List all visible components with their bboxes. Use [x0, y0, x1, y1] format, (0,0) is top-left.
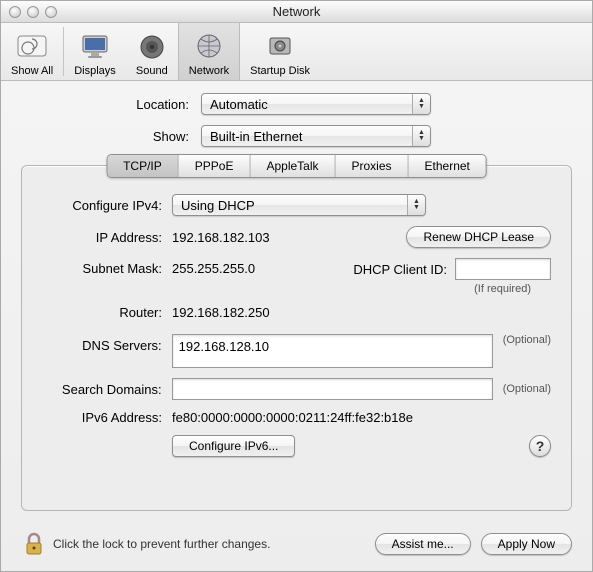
tab-pppoe[interactable]: PPPoE	[179, 155, 251, 177]
dhcp-client-id-hint: (If required)	[474, 283, 551, 295]
window-title: Network	[1, 4, 592, 19]
dns-servers-input[interactable]: 192.168.128.10	[172, 334, 493, 368]
router-value: 192.168.182.250	[172, 305, 270, 320]
toolbar-label: Sound	[136, 65, 168, 77]
configure-ipv4-value: Using DHCP	[173, 198, 407, 213]
toolbar-displays[interactable]: Displays	[64, 23, 126, 80]
subnet-mask-value: 255.255.255.0	[172, 258, 292, 276]
show-all-icon	[16, 31, 48, 63]
search-domains-label: Search Domains:	[42, 382, 172, 397]
show-value: Built-in Ethernet	[202, 129, 412, 144]
help-button[interactable]: ?	[529, 435, 551, 457]
search-optional-label: (Optional)	[503, 383, 551, 395]
ipv6-address-value: fe80:0000:0000:0000:0211:24ff:fe32:b18e	[172, 410, 413, 425]
startup-disk-icon	[264, 31, 296, 63]
toolbar: Show All Displays Soun	[1, 23, 592, 81]
window-controls	[1, 6, 57, 18]
lock-icon[interactable]	[21, 531, 47, 557]
configure-ipv4-select[interactable]: Using DHCP ▲▼	[172, 194, 426, 216]
settings-panel: TCP/IP PPPoE AppleTalk Proxies Ethernet …	[21, 165, 572, 511]
chevron-updown-icon: ▲▼	[412, 94, 430, 114]
minimize-window-button[interactable]	[27, 6, 39, 18]
subnet-mask-label: Subnet Mask:	[42, 258, 172, 276]
toolbar-network[interactable]: Network	[178, 23, 240, 80]
tab-tcpip[interactable]: TCP/IP	[107, 155, 179, 177]
sound-icon	[136, 31, 168, 63]
show-label: Show:	[21, 129, 201, 144]
content: Location: Automatic ▲▼ Show: Built-in Et…	[1, 81, 592, 521]
toolbar-label: Show All	[11, 65, 53, 77]
dhcp-client-id-label: DHCP Client ID:	[353, 262, 455, 277]
network-icon	[193, 31, 225, 63]
location-value: Automatic	[202, 97, 412, 112]
toolbar-show-all[interactable]: Show All	[1, 23, 63, 80]
footer: Click the lock to prevent further change…	[1, 521, 592, 571]
show-select[interactable]: Built-in Ethernet ▲▼	[201, 125, 431, 147]
chevron-updown-icon: ▲▼	[407, 195, 425, 215]
search-domains-input[interactable]	[172, 378, 493, 400]
toolbar-label: Network	[189, 65, 229, 77]
renew-dhcp-lease-button[interactable]: Renew DHCP Lease	[406, 226, 551, 248]
configure-ipv6-button[interactable]: Configure IPv6...	[172, 435, 295, 457]
close-window-button[interactable]	[9, 6, 21, 18]
displays-icon	[79, 31, 111, 63]
assist-me-button[interactable]: Assist me...	[375, 533, 471, 555]
tab-appletalk[interactable]: AppleTalk	[250, 155, 335, 177]
apply-now-button[interactable]: Apply Now	[481, 533, 572, 555]
router-label: Router:	[42, 305, 172, 320]
toolbar-startup-disk[interactable]: Startup Disk	[240, 23, 320, 80]
lock-text: Click the lock to prevent further change…	[53, 537, 365, 551]
tabs: TCP/IP PPPoE AppleTalk Proxies Ethernet	[106, 154, 487, 178]
toolbar-label: Displays	[74, 65, 116, 77]
zoom-window-button[interactable]	[45, 6, 57, 18]
ip-address-value: 192.168.182.103	[172, 230, 322, 245]
ipv6-address-label: IPv6 Address:	[42, 410, 172, 425]
location-label: Location:	[21, 97, 201, 112]
tab-ethernet[interactable]: Ethernet	[409, 155, 486, 177]
toolbar-label: Startup Disk	[250, 65, 310, 77]
window: Network Show All Displays	[0, 0, 593, 572]
chevron-updown-icon: ▲▼	[412, 126, 430, 146]
location-select[interactable]: Automatic ▲▼	[201, 93, 431, 115]
tab-proxies[interactable]: Proxies	[336, 155, 409, 177]
titlebar: Network	[1, 1, 592, 23]
dns-optional-label: (Optional)	[503, 334, 551, 346]
dns-servers-label: DNS Servers:	[42, 334, 172, 353]
configure-ipv4-label: Configure IPv4:	[42, 198, 172, 213]
dhcp-client-id-input[interactable]	[455, 258, 551, 280]
toolbar-sound[interactable]: Sound	[126, 23, 178, 80]
ip-address-label: IP Address:	[42, 230, 172, 245]
